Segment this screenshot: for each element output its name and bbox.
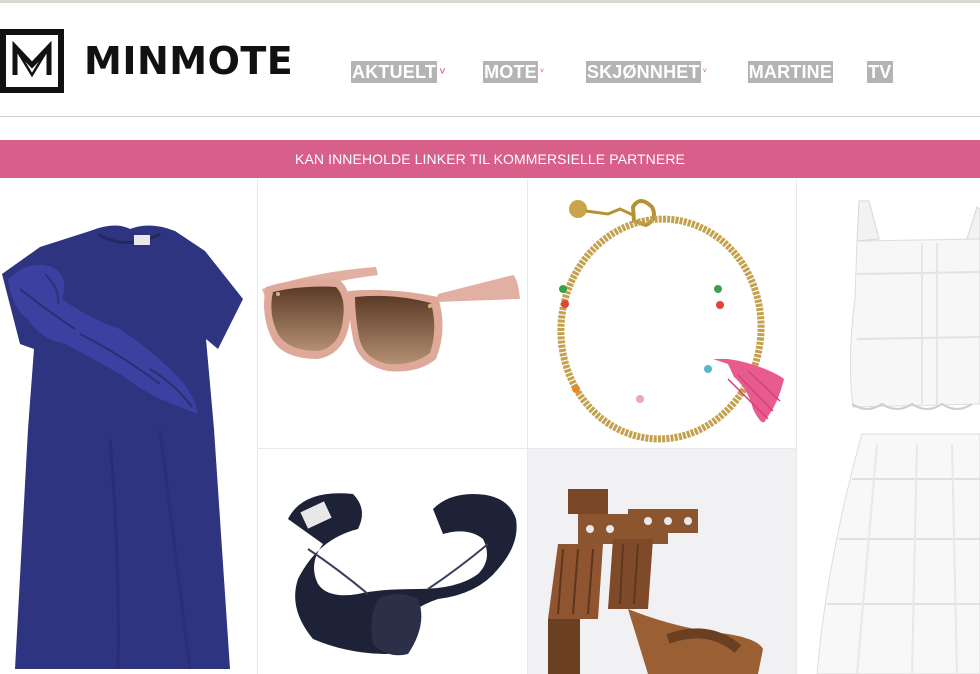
navy-knot-headband-icon	[288, 493, 517, 656]
site-logo[interactable]: MINMOTE	[0, 29, 293, 93]
product-grid	[0, 179, 980, 674]
site-header: MINMOTE AKTUELT ˅ MOTE ˅ SKJØNNHET ˅ MAR…	[0, 3, 980, 116]
chevron-down-icon: ˅	[439, 66, 446, 78]
nav-item-mote[interactable]: MOTE ˅	[483, 61, 550, 83]
product-tile-sunglasses[interactable]	[258, 179, 527, 448]
brown-tassel-heeled-sandals-icon	[528, 449, 796, 674]
gold-bead-tassel-bracelet-icon	[557, 199, 784, 443]
nav-label: AKTUELT	[351, 61, 438, 83]
nav-label: TV	[867, 61, 893, 83]
main-nav: AKTUELT ˅ MOTE ˅ SKJØNNHET ˅ MARTINE TV	[351, 61, 893, 83]
logo-mark-icon	[0, 29, 64, 93]
product-tile-bracelet[interactable]	[528, 179, 796, 448]
nav-item-tv[interactable]: TV	[867, 61, 893, 83]
nav-label: MARTINE	[747, 61, 834, 83]
pink-sunglasses-icon	[262, 267, 520, 372]
banner-text: KAN INNEHOLDE LINKER TIL KOMMERSIELLE PA…	[295, 151, 685, 167]
chevron-down-icon: ˅	[702, 68, 707, 75]
nav-label: SKJØNNHET	[585, 61, 701, 83]
product-tile-white-set[interactable]	[797, 179, 980, 674]
nav-label: MOTE	[483, 61, 538, 83]
nav-item-skjonnhet[interactable]: SKJØNNHET ˅	[585, 61, 713, 83]
product-tile-dress[interactable]	[0, 179, 257, 674]
brand-name: MINMOTE	[84, 39, 294, 83]
product-tile-headband[interactable]	[258, 449, 527, 674]
chevron-down-icon: ˅	[539, 68, 544, 75]
white-lace-top-skirt-icon	[797, 179, 980, 674]
sponsored-banner: KAN INNEHOLDE LINKER TIL KOMMERSIELLE PA…	[0, 140, 980, 178]
header-divider	[0, 116, 980, 117]
product-tile-sandals[interactable]	[528, 449, 796, 674]
navy-ruffle-dress-icon	[2, 225, 243, 670]
nav-item-aktuelt[interactable]: AKTUELT ˅	[351, 61, 449, 83]
nav-item-martine[interactable]: MARTINE	[747, 61, 834, 83]
